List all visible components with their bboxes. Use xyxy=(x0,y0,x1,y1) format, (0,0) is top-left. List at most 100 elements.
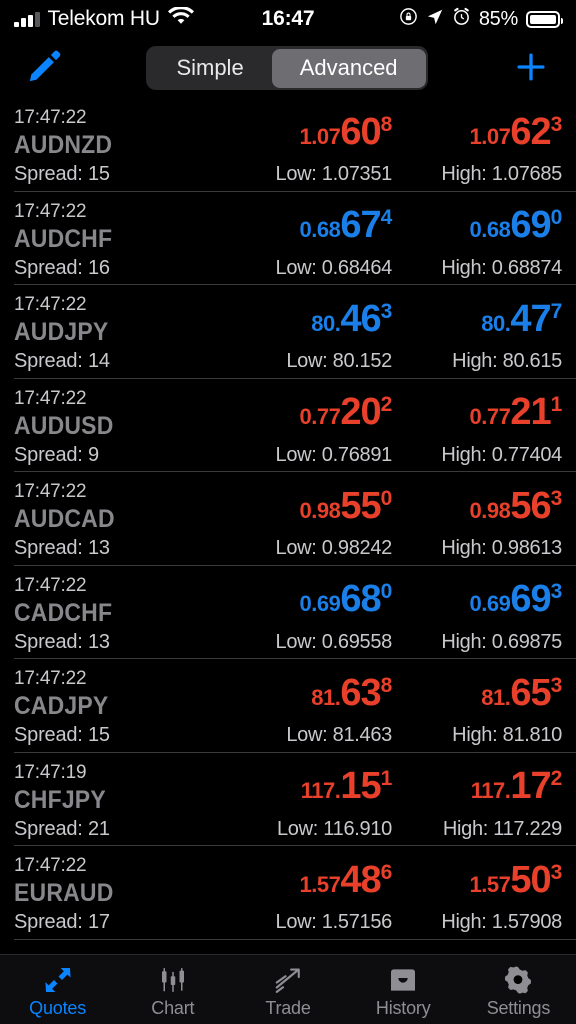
quote-low: Low: 81.463 xyxy=(286,724,392,746)
quote-time: 17:47:22 xyxy=(14,107,87,128)
price-prefix: 0.98 xyxy=(299,497,341,523)
price-fraction: 8 xyxy=(380,112,393,136)
price-prefix: 0.77 xyxy=(299,404,341,429)
price-main: 69 xyxy=(510,578,551,620)
quote-low: Low: 0.98242 xyxy=(275,537,393,559)
bid-price: 80. 46 3 xyxy=(222,300,392,340)
quote-symbol: CHFJPY xyxy=(14,785,106,814)
quote-symbol: EURAUD xyxy=(14,879,114,907)
quote-row[interactable]: 17:47:22 AUDCAD Spread: 13 0.98 55 0 0.98 56 3 Lo… xyxy=(0,472,576,566)
quote-low: Low: 0.68464 xyxy=(275,256,393,279)
ask-price: 0.77 21 1 xyxy=(392,391,563,433)
quote-high: High: 0.98613 xyxy=(441,537,562,559)
view-mode-segmented-control[interactable]: Simple Advanced xyxy=(145,46,429,90)
status-bar: Telekom HU 16:47 85% xyxy=(0,0,576,38)
edit-button[interactable] xyxy=(22,45,66,92)
battery-percent: 85% xyxy=(478,7,518,30)
price-main: 17 xyxy=(510,765,551,807)
add-symbol-button[interactable] xyxy=(508,44,554,93)
quotes-list[interactable]: 17:47:22 AUDNZD Spread: 15 1.07 60 8 1.07 62 3 Lo… xyxy=(0,98,576,954)
quote-time: 17:47:22 xyxy=(14,668,87,689)
tab-label-chart: Chart xyxy=(151,997,195,1018)
quote-row[interactable]: 17:47:22 CADJPY Spread: 15 81. 63 8 81. 65 3 Low:… xyxy=(0,659,576,753)
quote-row[interactable]: 17:47:22 CADCHF Spread: 13 0.69 68 0 0.69 69 3 Lo… xyxy=(0,566,576,660)
bid-price: 0.98 55 0 xyxy=(222,487,393,527)
quote-low: Low: 80.152 xyxy=(286,350,392,372)
price-fraction: 3 xyxy=(550,112,563,136)
price-main: 56 xyxy=(510,484,551,527)
tab-label-settings: Settings xyxy=(486,997,551,1018)
quote-time: 17:47:22 xyxy=(14,855,87,876)
tab-history[interactable]: History xyxy=(346,955,461,1024)
tab-trade[interactable]: Trade xyxy=(230,955,345,1024)
price-main: 69 xyxy=(510,204,551,246)
quote-spread: Spread: 17 xyxy=(14,911,110,933)
quote-row[interactable]: 17:47:22 AUDJPY Spread: 14 80. 46 3 80. 47 7 Low:… xyxy=(0,285,576,379)
segment-advanced[interactable]: Advanced xyxy=(271,48,426,88)
quote-symbol: CADJPY xyxy=(14,692,109,720)
price-main: 48 xyxy=(340,858,381,901)
quote-row[interactable]: 17:47:22 AUDNZD Spread: 15 1.07 60 8 1.07 62 3 Lo… xyxy=(0,98,576,192)
price-fraction: 0 xyxy=(550,206,563,229)
price-fraction: 3 xyxy=(550,860,563,884)
price-fraction: 4 xyxy=(380,206,393,229)
price-prefix: 1.07 xyxy=(299,123,341,149)
price-fraction: 2 xyxy=(550,767,563,790)
quote-high: High: 1.57908 xyxy=(441,911,562,933)
price-fraction: 6 xyxy=(380,860,393,884)
quote-row[interactable]: 17:47:22 AUDCHF Spread: 16 0.68 67 4 0.68 69 0 Lo… xyxy=(0,192,576,286)
quote-low: Low: 0.69558 xyxy=(275,630,393,653)
price-main: 46 xyxy=(340,297,381,340)
quote-spread: Spread: 13 xyxy=(14,537,110,559)
price-prefix: 80. xyxy=(311,310,341,336)
app-window: Telekom HU 16:47 85% Simple Advanced 17:… xyxy=(0,0,576,1024)
quote-symbol: AUDUSD xyxy=(14,411,114,440)
price-prefix: 0.69 xyxy=(299,591,341,616)
tab-label-history: History xyxy=(375,997,431,1018)
bid-price: 0.68 67 4 xyxy=(222,206,393,246)
bottom-tab-bar: Quotes Chart Trade History Settings xyxy=(0,954,576,1024)
price-prefix: 81. xyxy=(311,684,341,710)
tab-settings[interactable]: Settings xyxy=(461,955,576,1024)
quote-spread: Spread: 16 xyxy=(14,256,110,279)
price-main: 68 xyxy=(340,578,381,620)
quote-low: Low: 1.57156 xyxy=(275,911,393,933)
price-main: 50 xyxy=(510,858,551,901)
bid-price: 0.69 68 0 xyxy=(222,578,393,620)
quote-low: Low: 0.76891 xyxy=(275,443,393,466)
quote-time: 17:47:22 xyxy=(14,387,87,409)
segment-simple[interactable]: Simple xyxy=(148,49,271,88)
quote-high: High: 1.07685 xyxy=(441,163,562,185)
pencil-icon xyxy=(26,49,62,88)
price-main: 47 xyxy=(510,297,551,340)
quotes-arrows-icon xyxy=(42,965,74,995)
bid-price: 117. 15 1 xyxy=(222,767,393,807)
price-prefix: 0.68 xyxy=(299,217,341,242)
bid-price: 1.57 48 6 xyxy=(222,858,393,901)
quote-time: 17:47:22 xyxy=(14,200,87,222)
quote-row[interactable]: 17:47:22 AUDUSD Spread: 9 0.77 20 2 0.77 21 1 Low… xyxy=(0,379,576,473)
quote-high: High: 0.69875 xyxy=(441,630,562,653)
quote-high: High: 0.68874 xyxy=(441,256,562,279)
quote-symbol: AUDCAD xyxy=(14,505,115,533)
quote-row[interactable]: 17:47:19 CHFJPY Spread: 21 117. 15 1 117. 17 2 Lo… xyxy=(0,753,576,847)
quote-row[interactable]: 17:47:22 EURAUD Spread: 17 1.57 48 6 1.57 50 3 Lo… xyxy=(0,846,576,940)
price-fraction: 7 xyxy=(550,299,563,323)
wifi-icon xyxy=(167,5,194,31)
quote-low: Low: 116.910 xyxy=(276,817,392,840)
price-prefix: 1.07 xyxy=(469,123,511,149)
tab-label-quotes: Quotes xyxy=(29,997,87,1018)
quote-high: High: 117.229 xyxy=(442,817,562,840)
inbox-tray-icon xyxy=(387,965,419,995)
ask-price: 0.69 69 3 xyxy=(392,578,563,620)
price-prefix: 0.68 xyxy=(469,217,511,242)
quote-spread: Spread: 9 xyxy=(14,443,99,466)
price-fraction: 3 xyxy=(380,299,393,323)
tab-quotes[interactable]: Quotes xyxy=(0,955,115,1024)
tab-chart[interactable]: Chart xyxy=(115,955,230,1024)
gear-icon xyxy=(503,965,533,995)
price-prefix: 0.98 xyxy=(469,497,511,523)
price-main: 60 xyxy=(340,110,381,153)
price-main: 21 xyxy=(510,391,551,433)
quote-symbol: AUDCHF xyxy=(14,224,113,253)
